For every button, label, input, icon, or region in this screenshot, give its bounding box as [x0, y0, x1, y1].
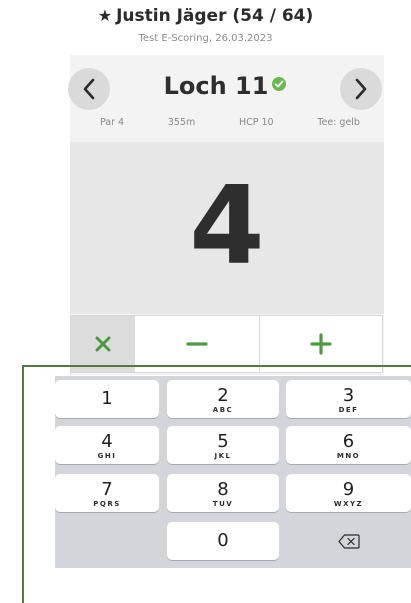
player-name-text: Justin Jäger (54 / 64) — [116, 6, 314, 26]
hole-distance: 355m — [167, 117, 196, 128]
check-circle-icon — [272, 77, 287, 91]
key-1-digit: 1 — [101, 388, 113, 409]
key-5-digit: 5 — [217, 431, 229, 452]
frame-border-top — [22, 365, 411, 367]
key-6-digit: 6 — [342, 431, 355, 452]
key-3[interactable]: 3 DEF — [286, 380, 411, 418]
hole-tee: Tee: gelb — [317, 117, 360, 128]
key-1[interactable]: 1 — [55, 380, 159, 418]
key-9-digit: 9 — [342, 479, 355, 500]
key-4-letters: GHI — [97, 452, 117, 460]
increase-score-button[interactable] — [260, 316, 382, 372]
key-6-letters: MNO — [336, 452, 361, 460]
key-9-letters: WXYZ — [333, 500, 364, 508]
backspace-icon — [337, 533, 360, 549]
key-4-digit: 4 — [101, 431, 113, 452]
frame-border-left — [22, 365, 24, 603]
hole-title-text: Loch 11 — [163, 72, 269, 100]
score-value: 4 — [189, 164, 265, 289]
key-7-letters: PQRS — [93, 500, 121, 508]
hole-title: Loch 11 — [150, 72, 300, 100]
clear-score-button[interactable] — [71, 316, 135, 372]
hole-par: Par 4 — [100, 117, 125, 128]
hole-info: Par 4 355m HCP 10 Tee: gelb — [100, 117, 360, 128]
keyboard-bottom-area — [55, 568, 411, 603]
previous-hole-button[interactable] — [68, 68, 110, 110]
key-2-digit: 2 — [217, 385, 229, 406]
key-5[interactable]: 5 JKL — [167, 426, 279, 464]
key-2-letters: ABC — [212, 406, 234, 414]
tournament-subtitle: Test E-Scoring, 26.03.2023 — [138, 33, 273, 44]
key-4[interactable]: 4 GHI — [55, 426, 159, 464]
key-8[interactable]: 8 TUV — [167, 474, 279, 512]
key-8-letters: TUV — [212, 500, 234, 508]
numeric-keypad: 1 2 ABC 3 DEF 4 GHI 5 JKL 6 MNO 7 PQRS 8… — [55, 376, 411, 568]
key-6[interactable]: 6 MNO — [286, 426, 411, 464]
star-icon: ★ — [97, 6, 113, 25]
key-7[interactable]: 7 PQRS — [55, 474, 159, 512]
player-name: ★ Justin Jäger (54 / 64) — [0, 6, 411, 26]
key-0-digit: 0 — [217, 530, 229, 551]
key-9[interactable]: 9 WXYZ — [286, 474, 411, 512]
key-2[interactable]: 2 ABC — [167, 380, 279, 418]
key-blank — [55, 522, 159, 560]
hole-hcp: HCP 10 — [238, 117, 274, 128]
key-0[interactable]: 0 — [167, 522, 279, 560]
chevron-left-icon — [83, 78, 95, 100]
key-3-digit: 3 — [342, 385, 355, 406]
chevron-right-icon — [355, 78, 367, 100]
delete-key[interactable] — [286, 522, 411, 560]
plus-icon — [310, 333, 332, 355]
score-display[interactable]: 4 — [70, 142, 384, 314]
minus-icon — [186, 342, 208, 346]
key-7-digit: 7 — [101, 479, 113, 500]
close-icon — [95, 336, 111, 352]
next-hole-button[interactable] — [340, 68, 382, 110]
key-5-letters: JKL — [214, 452, 232, 460]
key-3-letters: DEF — [338, 406, 359, 414]
key-8-digit: 8 — [217, 479, 229, 500]
decrease-score-button[interactable] — [135, 316, 260, 372]
